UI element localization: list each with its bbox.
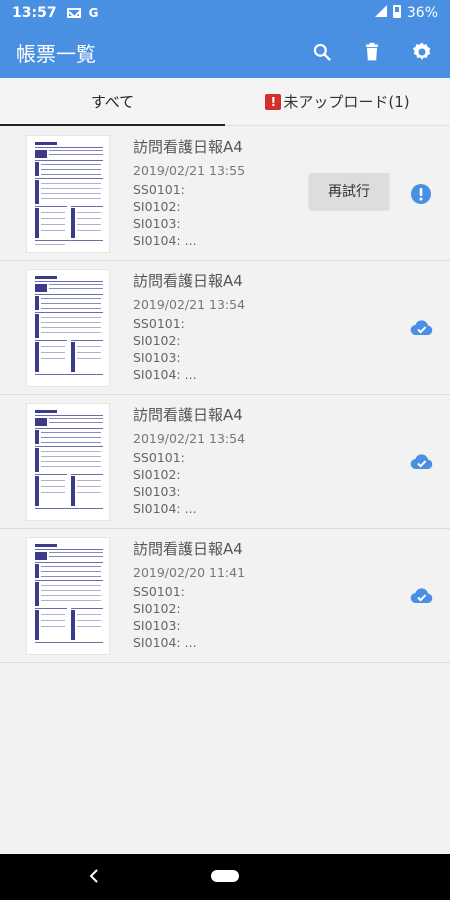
search-icon[interactable] xyxy=(310,40,334,64)
cloud-check-icon xyxy=(410,585,433,607)
battery-icon xyxy=(392,4,401,22)
google-icon: G xyxy=(88,6,99,20)
list-item[interactable]: 訪問看護日報A4 2019/02/21 13:54 SS0101: SI0102… xyxy=(0,261,450,395)
info-alert-icon[interactable] xyxy=(410,183,432,205)
battery-percent: 36% xyxy=(406,5,438,21)
list-item[interactable]: 訪問看護日報A4 2019/02/21 13:54 SS0101: SI0102… xyxy=(0,395,450,529)
home-pill-icon[interactable] xyxy=(211,870,239,882)
form-field: SI0103: xyxy=(133,350,181,365)
form-datetime: 2019/02/20 11:41 xyxy=(133,565,246,580)
form-field: SI0102: xyxy=(133,601,181,616)
mail-icon xyxy=(66,8,81,18)
list-item[interactable]: 訪問看護日報A4 2019/02/20 11:41 SS0101: SI0102… xyxy=(0,529,450,663)
gear-icon[interactable] xyxy=(410,40,434,64)
retry-button[interactable]: 再試行 xyxy=(309,173,389,209)
page-title: 帳票一覧 xyxy=(16,41,96,66)
form-title: 訪問看護日報A4 xyxy=(133,406,243,424)
form-thumbnail xyxy=(26,135,110,253)
form-field: SS0101: xyxy=(133,450,185,465)
status-bar: 13:57 G 36% xyxy=(0,0,450,26)
form-field: SI0103: xyxy=(133,484,181,499)
form-list: 訪問看護日報A4 2019/02/21 13:55 SS0101: SI0102… xyxy=(0,127,450,663)
form-field: SI0104: ... xyxy=(133,233,197,248)
cloud-check-icon xyxy=(410,451,433,473)
tab-not-uploaded-label: 未アップロード(1) xyxy=(283,93,410,111)
list-item[interactable]: 訪問看護日報A4 2019/02/21 13:55 SS0101: SI0102… xyxy=(0,127,450,261)
form-field: SI0102: xyxy=(133,333,181,348)
form-field: SI0104: ... xyxy=(133,635,197,650)
form-field: SS0101: xyxy=(133,182,185,197)
signal-icon xyxy=(374,5,387,21)
form-field: SI0102: xyxy=(133,467,181,482)
app-bar: 帳票一覧 xyxy=(0,26,450,78)
warning-badge-icon: ! xyxy=(265,93,282,110)
form-thumbnail xyxy=(26,269,110,387)
form-field: SI0103: xyxy=(133,618,181,633)
form-thumbnail xyxy=(26,403,110,521)
form-datetime: 2019/02/21 13:54 xyxy=(133,431,246,446)
form-thumbnail xyxy=(26,537,110,655)
tab-all-label: すべて xyxy=(90,93,135,111)
cloud-check-icon xyxy=(410,317,433,339)
form-title: 訪問看護日報A4 xyxy=(133,138,243,156)
form-field: SI0103: xyxy=(133,216,181,231)
form-title: 訪問看護日報A4 xyxy=(133,272,243,290)
tab-not-uploaded[interactable]: ! 未アップロード(1) xyxy=(225,78,450,125)
form-field: SS0101: xyxy=(133,584,185,599)
form-field: SI0102: xyxy=(133,199,181,214)
form-field: SS0101: xyxy=(133,316,185,331)
status-time: 13:57 xyxy=(12,5,57,21)
form-field: SI0104: ... xyxy=(133,501,197,516)
trash-icon[interactable] xyxy=(360,40,384,64)
back-icon[interactable] xyxy=(88,868,100,889)
form-title: 訪問看護日報A4 xyxy=(133,540,243,558)
form-datetime: 2019/02/21 13:55 xyxy=(133,163,246,178)
system-nav-bar xyxy=(0,854,450,900)
tab-all[interactable]: すべて xyxy=(0,78,225,126)
form-datetime: 2019/02/21 13:54 xyxy=(133,297,246,312)
tab-bar: すべて ! 未アップロード(1) xyxy=(0,78,450,126)
form-field: SI0104: ... xyxy=(133,367,197,382)
